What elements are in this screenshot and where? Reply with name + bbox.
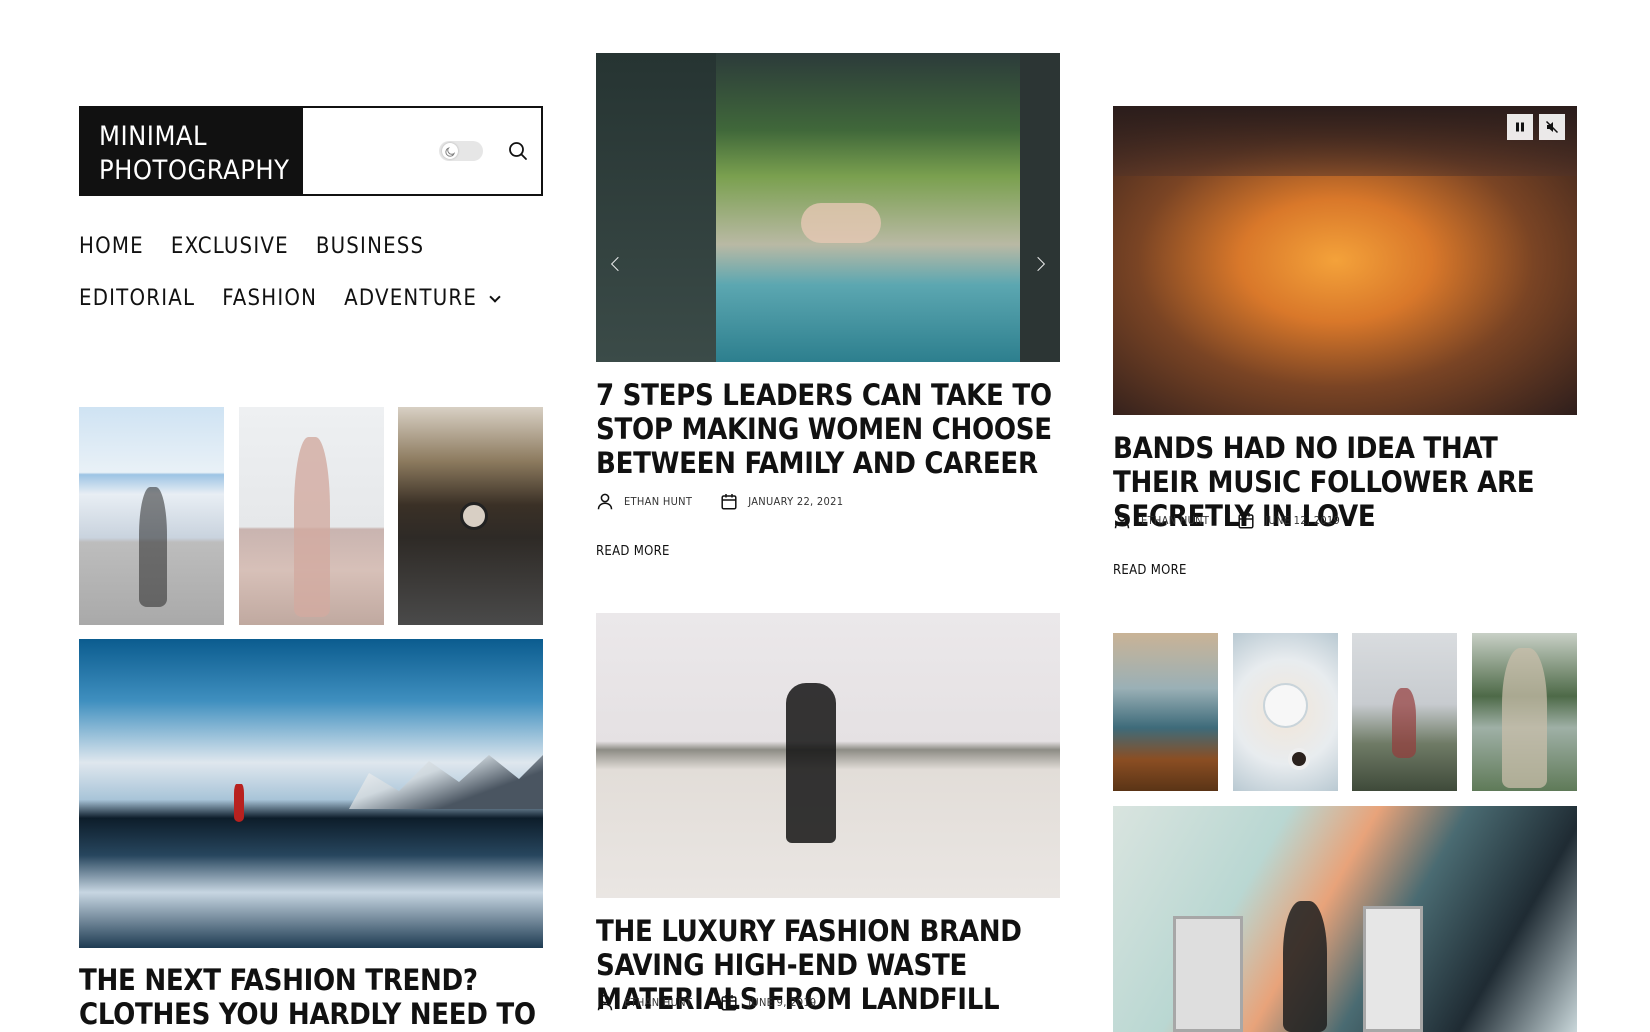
mute-icon[interactable] xyxy=(1539,114,1565,140)
video-read-more-link[interactable]: READ MORE xyxy=(1113,563,1187,578)
gallery-thumb-road[interactable] xyxy=(398,407,543,625)
slider-post-image[interactable] xyxy=(596,53,1060,362)
video-post-player[interactable] xyxy=(1113,106,1577,415)
user-icon xyxy=(596,993,614,1011)
slider-post-author[interactable]: ETHAN HUNT xyxy=(624,495,692,508)
site-logo[interactable]: MINIMAL PHOTOGRAPHY xyxy=(81,108,303,194)
nav-adventure[interactable]: ADVENTURE xyxy=(344,284,501,314)
video-post-meta: ETHAN HUNT JUNE 12, 2019 xyxy=(1113,511,1340,529)
lake-post-title[interactable]: THE NEXT FASHION TREND? CLOTHES YOU HARD… xyxy=(79,963,543,1032)
lake-post-image[interactable] xyxy=(79,639,543,948)
calendar-icon xyxy=(1237,511,1255,529)
user-icon xyxy=(1113,511,1131,529)
slider-post-title[interactable]: 7 STEPS LEADERS CAN TAKE TO STOP MAKING … xyxy=(596,378,1060,480)
video-post-author[interactable]: ETHAN HUNT xyxy=(1141,514,1209,527)
video-post-date[interactable]: JUNE 12, 2019 xyxy=(1265,514,1340,527)
chevron-left-icon[interactable] xyxy=(608,245,628,283)
header-box: MINIMAL PHOTOGRAPHY xyxy=(79,106,543,196)
main-nav: HOME EXCLUSIVE BUSINESS EDITORIAL FASHIO… xyxy=(79,232,543,314)
gallery-thumb-kimono[interactable] xyxy=(1472,633,1577,791)
moon-icon xyxy=(442,143,458,159)
chevron-down-icon[interactable] xyxy=(489,290,501,303)
slider-read-more-link[interactable]: READ MORE xyxy=(596,544,670,559)
slider-post-meta: ETHAN HUNT JANUARY 22, 2021 xyxy=(596,492,843,510)
mural-post-image[interactable] xyxy=(1113,806,1577,1032)
chevron-right-icon[interactable] xyxy=(1028,245,1048,283)
user-icon xyxy=(596,492,614,510)
beach-post-author[interactable]: ETHAN HUNT xyxy=(624,996,692,1009)
slider-post-date[interactable]: JANUARY 22, 2021 xyxy=(748,495,843,508)
nav-business[interactable]: BUSINESS xyxy=(316,232,425,262)
beach-post-date[interactable]: JUNE 9, 2019 xyxy=(748,996,816,1009)
nav-adventure-label: ADVENTURE xyxy=(344,286,478,311)
header-tools xyxy=(303,108,541,194)
gallery-thumb-city[interactable] xyxy=(1113,633,1218,791)
gallery-thumb-food[interactable] xyxy=(1233,633,1338,791)
calendar-icon xyxy=(720,492,738,510)
nav-exclusive[interactable]: EXCLUSIVE xyxy=(171,232,289,262)
search-icon[interactable] xyxy=(507,140,529,162)
gallery-thumb-woman[interactable] xyxy=(239,407,384,625)
gallery-thumb-rugby[interactable] xyxy=(1352,633,1457,791)
nav-home[interactable]: HOME xyxy=(79,232,144,262)
beach-post-image[interactable] xyxy=(596,613,1060,898)
dark-mode-toggle[interactable] xyxy=(439,141,483,161)
pause-icon[interactable] xyxy=(1507,114,1533,140)
gallery-thumb-building[interactable] xyxy=(79,407,224,625)
nav-fashion[interactable]: FASHION xyxy=(222,284,317,314)
nav-editorial[interactable]: EDITORIAL xyxy=(79,284,195,314)
site-title-line2: PHOTOGRAPHY xyxy=(99,155,290,186)
beach-post-meta: ETHAN HUNT JUNE 9, 2019 xyxy=(596,993,817,1011)
calendar-icon xyxy=(720,993,738,1011)
site-title-line1: MINIMAL xyxy=(99,121,208,152)
